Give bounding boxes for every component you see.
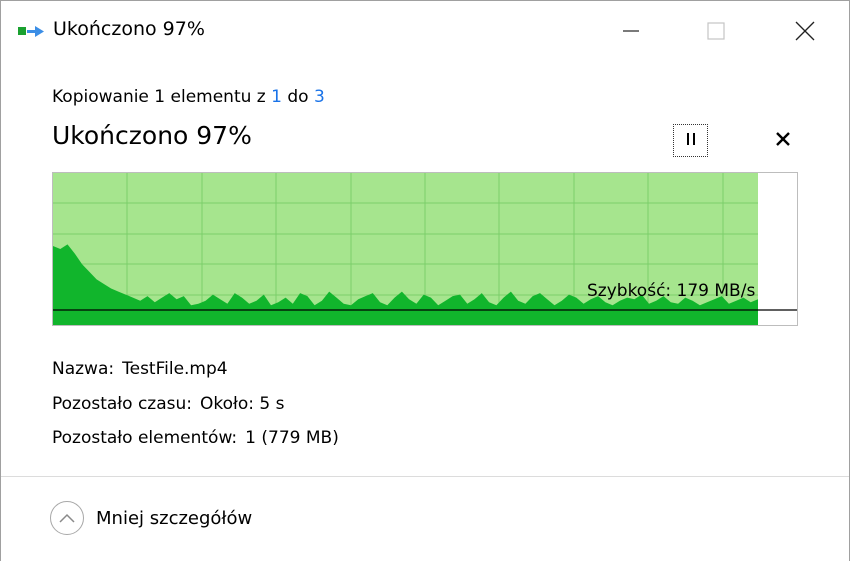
copy-operation-summary: Kopiowanie 1 elementu z 1 do 3 bbox=[52, 87, 325, 107]
chevron-up-icon bbox=[50, 501, 84, 535]
maximize-button[interactable] bbox=[698, 13, 734, 49]
name-label: Nazwa: bbox=[52, 359, 115, 379]
close-icon bbox=[795, 21, 815, 41]
summary-prefix: Kopiowanie 1 elementu z bbox=[52, 87, 272, 107]
pause-button[interactable] bbox=[673, 124, 708, 157]
source-folder-link[interactable]: 1 bbox=[271, 87, 282, 107]
speed-graph-canvas bbox=[53, 173, 797, 325]
name-value: TestFile.mp4 bbox=[122, 359, 228, 379]
maximize-icon bbox=[707, 22, 725, 40]
fewer-details-button[interactable]: Mniej szczegółów bbox=[50, 501, 252, 535]
destination-folder-link[interactable]: 3 bbox=[314, 87, 325, 107]
copy-transfer-icon bbox=[17, 23, 45, 41]
time-remaining-value: Około: 5 s bbox=[200, 393, 285, 414]
copy-progress-dialog: Ukończono 97% Kopiowanie 1 elementu z 1 … bbox=[0, 0, 850, 561]
transfer-details: Nazwa: TestFile.mp4 Pozostało czasu: Około… bbox=[52, 352, 339, 456]
time-remaining-label: Pozostało czasu: bbox=[52, 393, 192, 414]
detail-items-row: Pozostało elementów: 1 (779 MB) bbox=[52, 421, 339, 456]
fewer-details-label: Mniej szczegółów bbox=[96, 507, 253, 529]
window-title: Ukończono 97% bbox=[53, 18, 205, 40]
items-remaining-value: 1 (779 MB) bbox=[245, 428, 339, 448]
cancel-icon bbox=[775, 131, 791, 151]
dialog-footer: Mniej szczegółów bbox=[1, 476, 849, 561]
pause-icon bbox=[684, 131, 698, 150]
speed-label: Szybkość: 179 MB/s bbox=[587, 281, 756, 301]
items-remaining-label: Pozostało elementów: bbox=[52, 428, 238, 448]
minimize-button[interactable] bbox=[613, 13, 649, 49]
transfer-speed-graph bbox=[52, 172, 798, 326]
cancel-button[interactable] bbox=[769, 127, 797, 155]
close-window-button[interactable] bbox=[787, 13, 823, 49]
title-bar[interactable]: Ukończono 97% bbox=[1, 1, 849, 61]
detail-name-row: Nazwa: TestFile.mp4 bbox=[52, 352, 339, 387]
progress-headline: Ukończono 97% bbox=[52, 121, 252, 150]
detail-time-row: Pozostało czasu: Około: 5 s bbox=[52, 387, 339, 422]
minimize-icon bbox=[622, 22, 640, 40]
summary-mid: do bbox=[281, 87, 314, 107]
